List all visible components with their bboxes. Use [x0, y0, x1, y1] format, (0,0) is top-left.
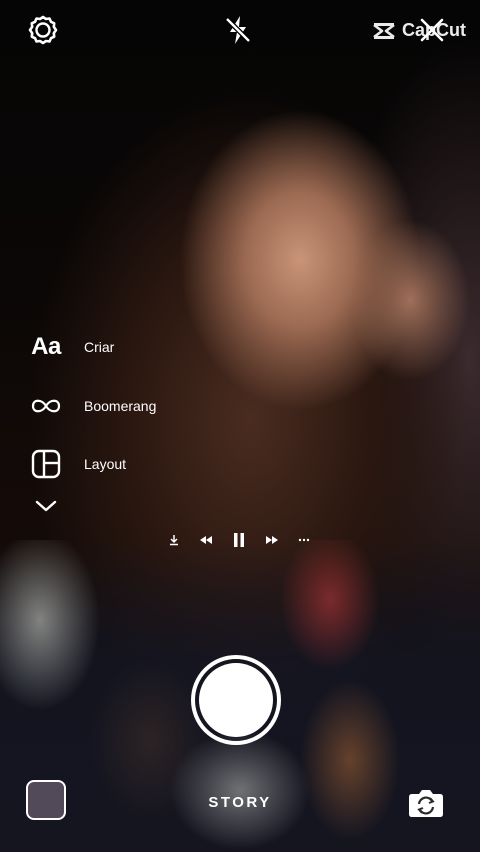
text-aa-icon: Aa	[31, 333, 61, 361]
more-dots-icon[interactable]	[298, 538, 310, 542]
capcut-watermark: CapCut	[372, 20, 466, 41]
chevron-down-icon[interactable]	[34, 498, 58, 519]
fast-forward-icon[interactable]	[264, 534, 280, 546]
capcut-logo-icon	[373, 22, 395, 39]
watermark-text: CapCut	[402, 20, 466, 40]
shutter-button-inner	[199, 663, 273, 737]
infinity-icon	[28, 397, 64, 415]
mode-layout[interactable]: Layout	[28, 435, 156, 494]
shutter-button[interactable]	[191, 655, 281, 745]
mode-label: Boomerang	[84, 397, 157, 414]
camera-flip-icon[interactable]	[407, 784, 445, 820]
download-icon[interactable]	[168, 534, 180, 546]
layout-grid-icon	[28, 449, 64, 479]
mode-criar[interactable]: Aa Criar	[28, 318, 156, 377]
media-controls	[168, 532, 310, 548]
mode-boomerang[interactable]: Boomerang	[28, 377, 156, 436]
rewind-icon[interactable]	[198, 534, 214, 546]
camera-viewfinder[interactable]: CapCut Aa Criar Boomerang Layout STORY	[0, 0, 480, 852]
capture-mode-list: Aa Criar Boomerang Layout	[28, 318, 156, 494]
flash-off-icon[interactable]	[220, 12, 256, 48]
pause-icon[interactable]	[232, 532, 246, 548]
mode-label: Layout	[84, 456, 127, 473]
gear-icon[interactable]	[25, 12, 61, 48]
mode-label: Criar	[84, 339, 115, 356]
